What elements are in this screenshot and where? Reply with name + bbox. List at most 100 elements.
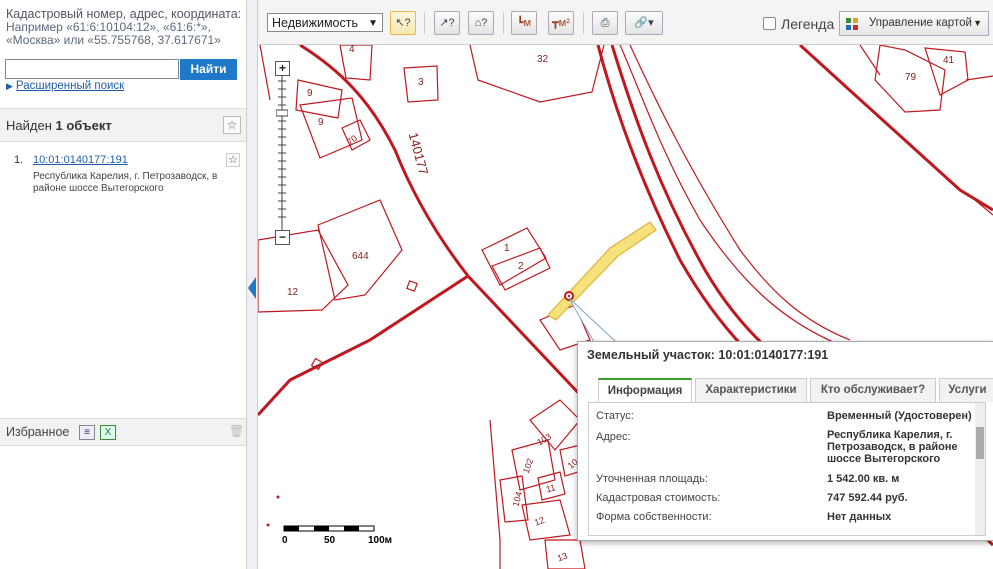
parcel-12b[interactable] — [521, 499, 571, 541]
dropdown-arrow-icon: ▼ — [973, 18, 982, 28]
parcel-edge — [859, 45, 881, 76]
label-9b: 9 — [318, 117, 324, 128]
label-11: 11 — [545, 482, 557, 494]
parcel-edge — [259, 45, 271, 101]
tab-services[interactable]: Услуги — [939, 378, 993, 402]
separator — [503, 12, 504, 34]
road-edge — [629, 45, 851, 341]
row-label-address: Адрес: — [596, 431, 631, 443]
label-12: 12 — [287, 287, 299, 298]
row-label-status: Статус: — [596, 410, 634, 422]
measure-area-icon[interactable]: ┳м² — [548, 11, 574, 35]
result-number: 1. — [14, 154, 24, 166]
search-hint-line3: «Москва» или «55.755768, 37.617671» — [6, 33, 221, 47]
measure-question-icon[interactable]: ↗? — [434, 11, 460, 35]
popup-pointer — [568, 297, 618, 343]
label-12b: 12 — [533, 515, 546, 528]
favorites-label: Избранное — [6, 425, 70, 439]
excel-export-icon[interactable]: X — [100, 425, 116, 440]
label-70: 70 — [345, 133, 359, 147]
separator — [583, 12, 584, 34]
zoom-handle[interactable] — [276, 109, 288, 117]
popup-tabs: Информация Характеристики Кто обслуживае… — [590, 378, 993, 404]
layer-select[interactable]: Недвижимость ▼ — [267, 13, 383, 32]
identify-tool-icon[interactable]: ↖? — [390, 11, 416, 35]
search-input[interactable] — [5, 59, 179, 79]
popup-body: Статус: Временный (Удостоверен) Адрес: Р… — [588, 402, 986, 536]
road-edge — [619, 45, 841, 346]
parcel-info-icon[interactable]: ⌂? — [468, 11, 494, 35]
legend-label: Легенда — [781, 16, 835, 32]
label-9a: 9 — [307, 88, 313, 99]
row-value-address: Республика Карелия, г. Петрозаводск, в р… — [827, 429, 958, 465]
scale-end: 100м — [368, 535, 392, 546]
toolbar: Недвижимость ▼ ↖? ↗? ⌂? ┗м ┳м² ⎙ 🔗▾ Леген… — [258, 0, 993, 45]
label-32: 32 — [537, 54, 549, 65]
zoom-out-button[interactable]: − — [275, 230, 290, 245]
results-count-value: 1 объект — [55, 118, 112, 133]
collapse-panel-icon[interactable] — [248, 277, 256, 299]
triangle-right-icon: ▶ — [6, 81, 13, 91]
result-address: Республика Карелия, г. Петрозаводск, в р… — [33, 171, 218, 194]
zoom-slider[interactable] — [276, 75, 288, 230]
label-3: 3 — [418, 77, 424, 88]
label-102: 102 — [521, 457, 536, 475]
dropdown-arrow-icon: ▼ — [368, 18, 378, 29]
point-marker — [276, 495, 280, 499]
point-marker — [266, 523, 270, 527]
parcel-edge — [965, 75, 993, 81]
tab-information[interactable]: Информация — [598, 378, 692, 404]
advanced-search-link[interactable]: ▶ Расширенный поиск — [6, 80, 124, 92]
row-value-area: 1 542.00 кв. м — [827, 473, 900, 485]
label-13: 13 — [556, 551, 569, 564]
map-management-button[interactable]: Управление картой ▼ — [839, 11, 989, 36]
popup-scrollbar[interactable] — [975, 403, 985, 535]
parcel-644[interactable] — [317, 199, 403, 301]
link-icon[interactable]: 🔗▾ — [625, 11, 663, 35]
block-number: 140177 — [406, 131, 432, 177]
measure-length-icon[interactable]: ┗м — [511, 11, 537, 35]
label-4: 4 — [349, 45, 355, 55]
search-hint: Кадастровый номер, адрес, координата: На… — [6, 8, 242, 47]
layer-select-value: Недвижимость — [272, 16, 358, 30]
results-prefix: Найден — [6, 118, 56, 133]
results-header: Найден 1 объект ☆ — [0, 108, 246, 142]
scale-mid: 50 — [324, 535, 336, 546]
tab-who-serves[interactable]: Кто обслуживает? — [810, 378, 936, 402]
scale-bar: 0 50 100м — [282, 525, 392, 546]
map-management-label: Управление картой — [869, 17, 972, 29]
row-label-cost: Кадастровая стоимость: — [596, 492, 721, 504]
road-boundary — [798, 45, 993, 212]
left-panel: Кадастровый номер, адрес, координата: На… — [0, 0, 246, 569]
separator — [424, 12, 425, 34]
star-icon[interactable]: ☆ — [223, 116, 241, 134]
export-list-icon[interactable]: ≡ — [79, 425, 95, 440]
scale-zero: 0 — [282, 535, 288, 546]
tab-characteristics[interactable]: Характеристики — [695, 378, 807, 402]
legend-checkbox[interactable] — [763, 17, 776, 30]
advanced-search-label: Расширенный поиск — [15, 80, 125, 92]
favorites-header: Избранное ≡ X 🗑 — [0, 418, 246, 446]
row-label-area: Уточненная площадь: — [596, 473, 708, 485]
label-2: 2 — [518, 261, 524, 272]
parcel-1[interactable] — [481, 227, 547, 286]
result-cadastral-link[interactable]: 10:01:0140177:191 — [33, 154, 128, 166]
zoom-in-button[interactable]: + — [275, 61, 290, 76]
print-icon[interactable]: ⎙ — [592, 11, 618, 35]
star-icon[interactable]: ☆ — [226, 153, 240, 167]
parcel-info-popup: Земельный участок: 10:01:0140177:191 Инф… — [577, 341, 993, 541]
label-41: 41 — [943, 55, 955, 66]
scroll-thumb[interactable] — [976, 427, 984, 459]
trash-icon[interactable]: 🗑 — [229, 425, 244, 438]
row-label-ownership: Форма собственности: — [596, 511, 712, 523]
grid-icon — [846, 18, 858, 30]
row-value-ownership: Нет данных — [827, 511, 892, 523]
parcel-small[interactable] — [406, 280, 418, 292]
search-button[interactable]: Найти — [180, 59, 237, 80]
results-count: Найден 1 объект — [6, 118, 112, 133]
label-644: 644 — [352, 251, 369, 262]
label-1: 1 — [504, 243, 510, 254]
row-value-cost: 747 592.44 руб. — [827, 492, 908, 504]
parcel-4[interactable] — [339, 45, 373, 81]
parcel-70[interactable] — [341, 119, 371, 151]
